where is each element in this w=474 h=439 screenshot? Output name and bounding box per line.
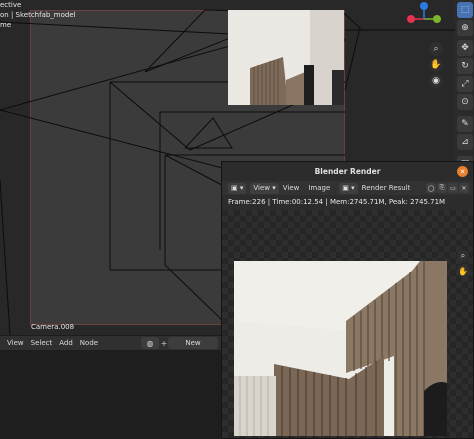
menu-node[interactable]: Node — [80, 339, 98, 347]
new-image-icon[interactable]: ⎘ — [437, 183, 447, 193]
node-editor-header: View Select Add Node ◍ + New — [0, 336, 222, 350]
view-mode-text: ective — [0, 1, 22, 9]
menu-select[interactable]: Select — [31, 339, 53, 347]
menu-view-image[interactable]: View — [283, 184, 300, 192]
navigation-gizmo[interactable] — [401, 2, 447, 36]
cursor-icon[interactable]: ⊕ — [457, 20, 473, 36]
render-stats: Frame:226 | Time:00:12.54 | Mem:2745.71M… — [228, 198, 446, 206]
node-editor-canvas[interactable] — [0, 350, 222, 439]
zoom-icon[interactable]: ⌕ — [457, 250, 469, 262]
image-browse-icon[interactable]: ▣ ▾ — [339, 182, 358, 194]
menu-add[interactable]: Add — [59, 339, 73, 347]
camera-preview-image — [228, 10, 344, 105]
measure-icon[interactable]: ⊿ — [457, 134, 473, 150]
render-nav-buttons: ⌕ ✋ — [457, 250, 471, 280]
render-canvas[interactable]: ⌕ ✋ — [222, 210, 473, 438]
pan-hand-icon[interactable]: ✋ — [457, 265, 469, 277]
select-box-icon[interactable]: ⬚ — [457, 2, 473, 18]
unlink-image-icon[interactable]: ✕ — [459, 183, 469, 193]
object-text: me — [0, 21, 12, 29]
render-result-image — [234, 261, 447, 436]
image-editor-header: ▣ ▾ View ▾ View Image ▣ ▾ Render Result … — [222, 181, 473, 195]
new-button[interactable]: New — [168, 337, 218, 349]
image-selector-field[interactable]: Render Result — [362, 184, 411, 192]
menu-view[interactable]: View — [7, 339, 24, 347]
render-window-title: Blender Render — [314, 167, 381, 176]
annotate-icon[interactable]: ✎ — [457, 116, 473, 132]
axis-y-dot[interactable] — [433, 15, 441, 23]
camera-view-icon[interactable]: ◉ — [429, 74, 443, 88]
zoom-icon[interactable]: ⌕ — [429, 42, 443, 56]
transform-icon[interactable]: ⊙ — [457, 94, 473, 110]
menu-image[interactable]: Image — [308, 184, 330, 192]
viewport-info: ective on | Sketchfab_model me — [0, 0, 76, 30]
camera-name-label: Camera.008 — [31, 323, 75, 331]
world-icon[interactable]: ◍ — [141, 337, 159, 349]
rotate-icon[interactable]: ↻ — [457, 58, 473, 74]
editor-type-icon[interactable]: ▣ ▾ — [228, 182, 247, 194]
collection-text: on | Sketchfab_model — [0, 11, 76, 19]
axis-z-dot[interactable] — [420, 2, 428, 10]
render-window: Blender Render ✕ ▣ ▾ View ▾ View Image ▣… — [221, 161, 474, 439]
axis-x-dot[interactable] — [407, 15, 415, 23]
scale-icon[interactable]: ⤢ — [457, 76, 473, 92]
render-window-titlebar[interactable]: Blender Render ✕ — [222, 162, 473, 181]
add-icon[interactable]: + — [160, 337, 168, 349]
open-image-icon[interactable]: ▭ — [448, 183, 458, 193]
move-icon[interactable]: ✥ — [457, 40, 473, 56]
view-mode-dropdown[interactable]: View ▾ — [250, 182, 279, 194]
pan-hand-icon[interactable]: ✋ — [429, 58, 443, 72]
fake-user-icon[interactable]: ◯ — [426, 183, 436, 193]
close-icon[interactable]: ✕ — [457, 166, 468, 177]
